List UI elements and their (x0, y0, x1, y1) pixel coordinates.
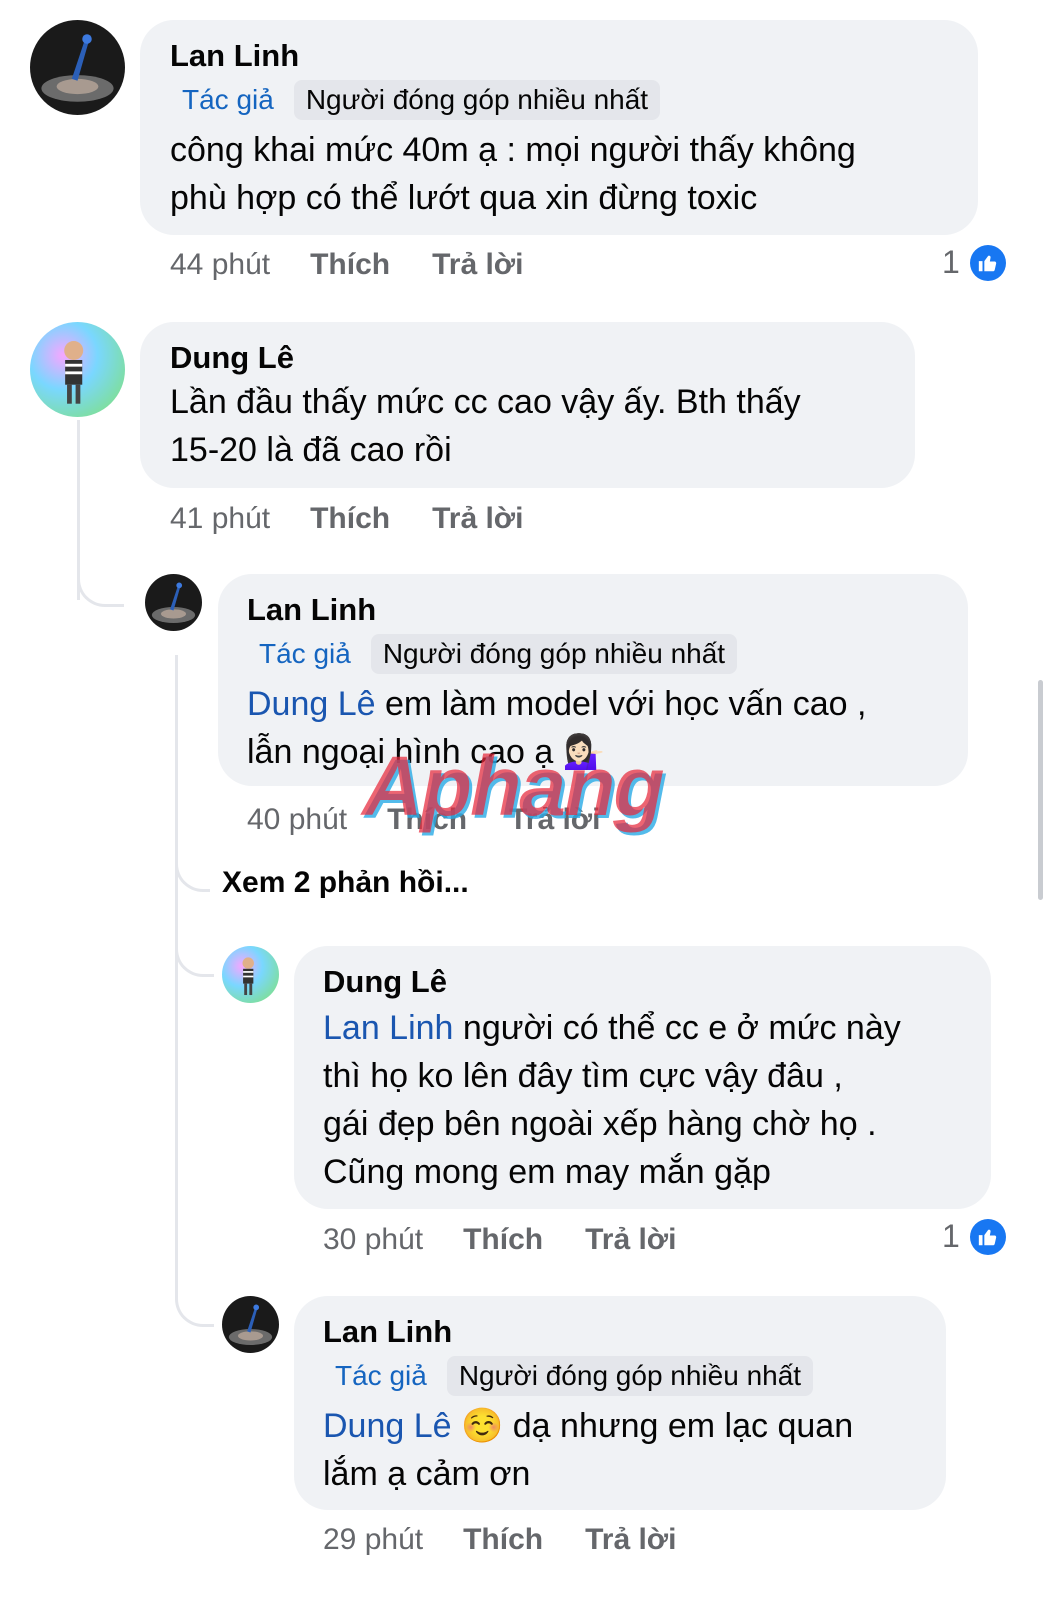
comment-author[interactable]: Dung Lê (323, 964, 447, 1000)
scrollbar[interactable] (1038, 680, 1043, 900)
avatar-lan-linh[interactable] (145, 574, 202, 631)
avatar-dung-le[interactable] (30, 322, 125, 417)
avatar-lan-linh[interactable] (30, 20, 125, 115)
comment-time[interactable]: 29 phút (323, 1523, 423, 1557)
comment-author[interactable]: Dung Lê (170, 340, 294, 376)
comment-time[interactable]: 41 phút (170, 502, 270, 536)
comment-time[interactable]: 30 phút (323, 1223, 423, 1257)
reaction-count: 1 (942, 244, 960, 280)
thread-curve-reply-3 (175, 1280, 214, 1327)
like-button[interactable]: Thích (310, 502, 390, 536)
top-contributor-badge: Người đóng góp nhiều nhất (446, 1356, 814, 1396)
comment-actions: 44 phút Thích Trả lời (170, 248, 565, 282)
comment-text: công khai mức 40m ạ : mọi người thấy khô… (170, 126, 970, 222)
comment-actions: 41 phút Thích Trả lời (170, 502, 565, 536)
like-button[interactable]: Thích (387, 803, 467, 837)
thread-curve-reply-1 (77, 560, 124, 607)
comment-text-span: người có thể cc e ở mức này (453, 1009, 901, 1047)
top-contributor-badge: Người đóng góp nhiều nhất (293, 80, 661, 120)
comment-text: Dung Lê em làm model với học vấn cao , l… (247, 680, 962, 776)
top-contributor-badge: Người đóng góp nhiều nhất (370, 634, 738, 674)
reply-button[interactable]: Trả lời (585, 1523, 676, 1557)
comment-text-line: Dung Lê ☺️ dạ nhưng em lạc quan (323, 1402, 943, 1450)
author-badges: Tác giả Người đóng góp nhiều nhất (323, 1356, 814, 1396)
mention-link[interactable]: Lan Linh (323, 1009, 453, 1047)
comment-author[interactable]: Lan Linh (170, 38, 299, 74)
reaction-summary[interactable]: 1 (942, 1218, 1006, 1255)
comment-text: Lần đầu thấy mức cc cao vậy ấy. Bth thấy… (170, 378, 910, 474)
like-button[interactable]: Thích (463, 1223, 543, 1257)
comment-text-line: thì họ ko lên đây tìm cực vậy đâu , (323, 1057, 843, 1095)
like-thumb-icon (969, 244, 1006, 281)
thread-curve-view-more (175, 845, 210, 892)
thread-curve-reply-2 (175, 930, 214, 977)
author-badges: Tác giả Người đóng góp nhiều nhất (247, 634, 738, 674)
comment-actions: 30 phút Thích Trả lời (323, 1223, 718, 1257)
view-more-replies[interactable]: Xem 2 phản hồi... (222, 866, 469, 900)
comment-text-span: em làm model với học vấn cao , (375, 685, 867, 723)
like-thumb-icon (969, 1218, 1006, 1255)
comment-text-line: Cũng mong em may mắn gặp (323, 1153, 771, 1191)
comment-text: Dung Lê ☺️ dạ nhưng em lạc quan lắm ạ cả… (323, 1402, 943, 1498)
like-button[interactable]: Thích (310, 248, 390, 282)
comment-text-line: Dung Lê em làm model với học vấn cao , (247, 680, 962, 728)
reaction-summary[interactable]: 1 (942, 244, 1006, 281)
like-button[interactable]: Thích (463, 1523, 543, 1557)
comment-time[interactable]: 44 phút (170, 248, 270, 282)
reaction-count: 1 (942, 1218, 960, 1254)
comment-text: Lan Linh người có thể cc e ở mức này thì… (323, 1004, 988, 1196)
comment-author[interactable]: Lan Linh (247, 592, 376, 628)
author-badge: Tác giả (170, 80, 286, 120)
comment-text-line: Lần đầu thấy mức cc cao vậy ấy. Bth thấy (170, 383, 801, 421)
reply-button[interactable]: Trả lời (585, 1223, 676, 1257)
mention-link[interactable]: Dung Lê (247, 685, 376, 723)
comment-actions: 29 phút Thích Trả lời (323, 1523, 718, 1557)
comment-text-line: lắm ạ cảm ơn (323, 1455, 531, 1493)
comment-text-line: phù hợp có thể lướt qua xin đừng toxic (170, 179, 758, 217)
comment-text-line: gái đẹp bên ngoài xếp hàng chờ họ . (323, 1105, 877, 1143)
comment-author[interactable]: Lan Linh (323, 1314, 452, 1350)
comment-actions: 40 phút Thích Trả lời (247, 803, 642, 837)
reply-button[interactable]: Trả lời (509, 803, 600, 837)
avatar-dung-le[interactable] (222, 946, 279, 1003)
author-badge: Tác giả (247, 634, 363, 674)
comment-text-line: 15-20 là đã cao rồi (170, 431, 452, 469)
reply-button[interactable]: Trả lời (432, 248, 523, 282)
comment-text-span: ☺️ dạ nhưng em lạc quan (451, 1407, 854, 1445)
comment-text-line: công khai mức 40m ạ : mọi người thấy khô… (170, 131, 856, 169)
mention-link[interactable]: Dung Lê (323, 1407, 452, 1445)
comment-time[interactable]: 40 phút (247, 803, 347, 837)
reply-button[interactable]: Trả lời (432, 502, 523, 536)
comment-text-line: Lan Linh người có thể cc e ở mức này (323, 1004, 988, 1052)
author-badges: Tác giả Người đóng góp nhiều nhất (170, 80, 661, 120)
author-badge: Tác giả (323, 1356, 439, 1396)
comment-text-line: lẫn ngoại hình cao ạ 💁🏻‍♀️ (247, 733, 606, 771)
thread-line-sub (175, 655, 178, 1295)
avatar-lan-linh[interactable] (222, 1296, 279, 1353)
